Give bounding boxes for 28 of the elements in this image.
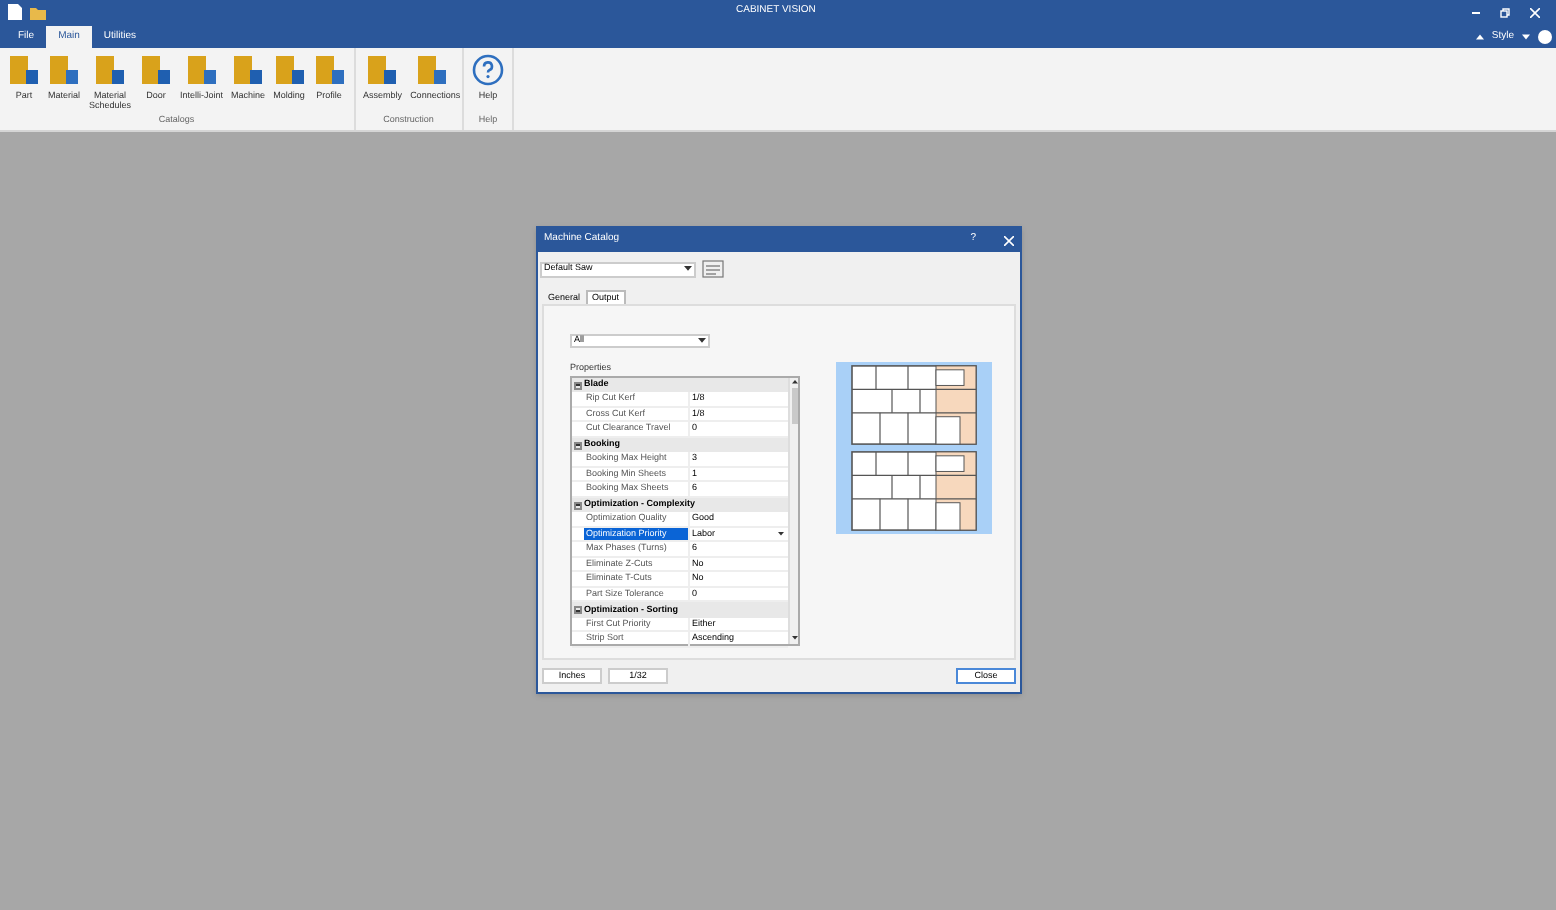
collapse-toggle[interactable]: [574, 381, 582, 389]
panel-icon: [313, 54, 346, 86]
panel-icon: [273, 54, 306, 86]
minimize-icon[interactable]: [1472, 11, 1480, 13]
restore-icon[interactable]: [1500, 7, 1510, 17]
caret-icon: [1475, 33, 1484, 40]
scrollbar[interactable]: [788, 377, 798, 644]
caret-icon: [684, 266, 692, 272]
document-icon[interactable]: [8, 4, 22, 20]
caret-icon: [698, 338, 706, 344]
caret-icon: [791, 636, 797, 641]
collapse-toggle[interactable]: [574, 501, 582, 509]
panel-icon: [48, 54, 80, 86]
collapse-toggle[interactable]: [574, 606, 582, 614]
caret-icon: [778, 532, 784, 536]
caret-icon: [1522, 33, 1530, 40]
close-icon[interactable]: [1004, 235, 1014, 245]
collapse-toggle[interactable]: [574, 441, 582, 449]
panel-icon: [185, 54, 218, 86]
folder-icon[interactable]: [30, 5, 46, 19]
close-icon[interactable]: [1530, 7, 1540, 17]
panel-icon: [94, 54, 127, 86]
panel-icon: [416, 54, 449, 86]
panel-icon: [140, 54, 173, 86]
panel-icon: [232, 54, 265, 86]
panel-icon: [366, 54, 399, 86]
panel-icon: [8, 54, 40, 86]
help-icon: [472, 54, 505, 86]
